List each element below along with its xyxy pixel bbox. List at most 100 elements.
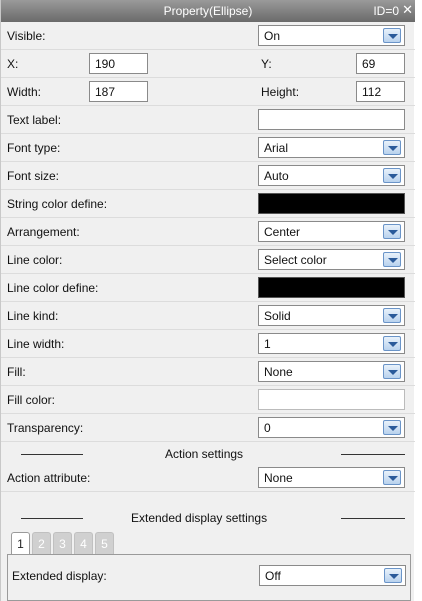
chevron-down-icon[interactable] [383,168,401,183]
action-settings-title: Action settings [165,447,244,461]
position-row: X: 190 Y: 69 [1,50,415,78]
fill-select[interactable]: None [258,361,405,382]
line-color-value: Select color [264,253,327,267]
arrangement-value: Center [264,225,301,239]
tab-2[interactable]: 2 [32,532,51,554]
line-width-value: 1 [264,337,271,351]
chevron-down-icon[interactable] [383,364,401,379]
fill-color-row: Fill color: [1,386,415,414]
chevron-down-icon[interactable] [383,28,401,43]
line-width-select[interactable]: 1 [258,333,405,354]
transparency-row: Transparency: 0 [1,414,415,442]
line-kind-value: Solid [264,309,291,323]
title-bar: Property(Ellipse) ID=0 ✕ [1,0,415,22]
panel-title: Property(Ellipse) [163,4,253,18]
height-label: Height: [261,85,300,99]
line-color-select[interactable]: Select color [258,249,405,270]
transparency-label: Transparency: [7,421,84,435]
font-type-select[interactable]: Arial [258,137,405,158]
x-value: 190 [95,57,116,71]
y-input[interactable]: 69 [356,53,405,74]
line-width-label: Line width: [7,337,65,351]
text-label-row: Text label: [1,106,415,134]
extended-display-settings-title: Extended display settings [131,511,268,525]
divider [21,518,83,519]
line-kind-select[interactable]: Solid [258,305,405,326]
line-color-define-label: Line color define: [7,281,99,295]
font-type-value: Arial [264,141,289,155]
fill-row: Fill: None [1,358,415,386]
line-color-row: Line color: Select color [1,246,415,274]
transparency-select[interactable]: 0 [258,417,405,438]
x-input[interactable]: 190 [89,53,148,74]
close-icon[interactable]: ✕ [402,2,413,18]
action-attribute-label: Action attribute: [7,471,91,485]
tab-5[interactable]: 5 [95,532,114,554]
action-attribute-select[interactable]: None [258,467,405,488]
height-value: 112 [362,85,382,99]
tab-3[interactable]: 3 [53,532,72,554]
divider [21,454,83,455]
line-width-row: Line width: 1 [1,330,415,358]
fill-color-label: Fill color: [7,393,56,407]
size-row: Width: 187 Height: 112 [1,78,415,106]
extended-display-label: Extended display: [12,569,107,583]
tab-4[interactable]: 4 [74,532,93,554]
font-size-row: Font size: Auto [1,162,415,190]
font-size-value: Auto [264,169,289,183]
visible-row: Visible: On [1,22,415,50]
visible-label: Visible: [7,29,46,43]
visible-value: On [264,29,281,43]
divider [341,518,405,519]
divider [341,454,405,455]
height-input[interactable]: 112 [356,81,405,102]
chevron-down-icon[interactable] [383,140,401,155]
line-kind-row: Line kind: Solid [1,302,415,330]
string-color-label: String color define: [7,197,108,211]
action-settings-header: Action settings [1,444,415,464]
arrangement-row: Arrangement: Center [1,218,415,246]
y-label: Y: [261,57,272,71]
chevron-down-icon[interactable] [383,308,401,323]
chevron-down-icon[interactable] [383,336,401,351]
y-value: 69 [362,57,376,71]
line-color-swatch[interactable] [258,277,405,298]
text-label-input[interactable] [258,109,405,130]
string-color-row: String color define: [1,190,415,218]
arrangement-select[interactable]: Center [258,221,405,242]
chevron-down-icon[interactable] [383,470,401,485]
extended-display-value: Off [265,569,281,583]
extended-display-select[interactable]: Off [259,565,406,586]
fill-value: None [264,365,293,379]
font-type-label: Font type: [7,141,61,155]
extended-display-tab-panel: Extended display: Off [7,554,411,601]
line-kind-label: Line kind: [7,309,59,323]
fill-label: Fill: [7,365,26,379]
transparency-value: 0 [264,421,271,435]
width-label: Width: [7,85,42,99]
font-type-row: Font type: Arial [1,134,415,162]
string-color-swatch[interactable] [258,193,405,214]
chevron-down-icon[interactable] [383,420,401,435]
line-color-label: Line color: [7,253,63,267]
fill-color-swatch[interactable] [258,389,405,410]
width-value: 187 [95,85,116,99]
object-id: ID=0 [373,4,399,18]
width-input[interactable]: 187 [89,81,148,102]
chevron-down-icon[interactable] [384,568,402,583]
line-color-define-row: Line color define: [1,274,415,302]
chevron-down-icon[interactable] [383,252,401,267]
action-attribute-value: None [264,471,293,485]
arrangement-label: Arrangement: [7,225,80,239]
chevron-down-icon[interactable] [383,224,401,239]
x-label: X: [7,57,19,71]
extended-display-row: Extended display: Off [8,562,410,590]
extended-display-settings-header: Extended display settings [1,508,415,528]
visible-select[interactable]: On [258,25,405,46]
property-panel: Property(Ellipse) ID=0 ✕ Visible: On X: … [0,0,415,601]
font-size-label: Font size: [7,169,60,183]
tab-1[interactable]: 1 [11,532,30,555]
text-label-label: Text label: [7,113,62,127]
action-attribute-row: Action attribute: None [1,464,415,492]
font-size-select[interactable]: Auto [258,165,405,186]
